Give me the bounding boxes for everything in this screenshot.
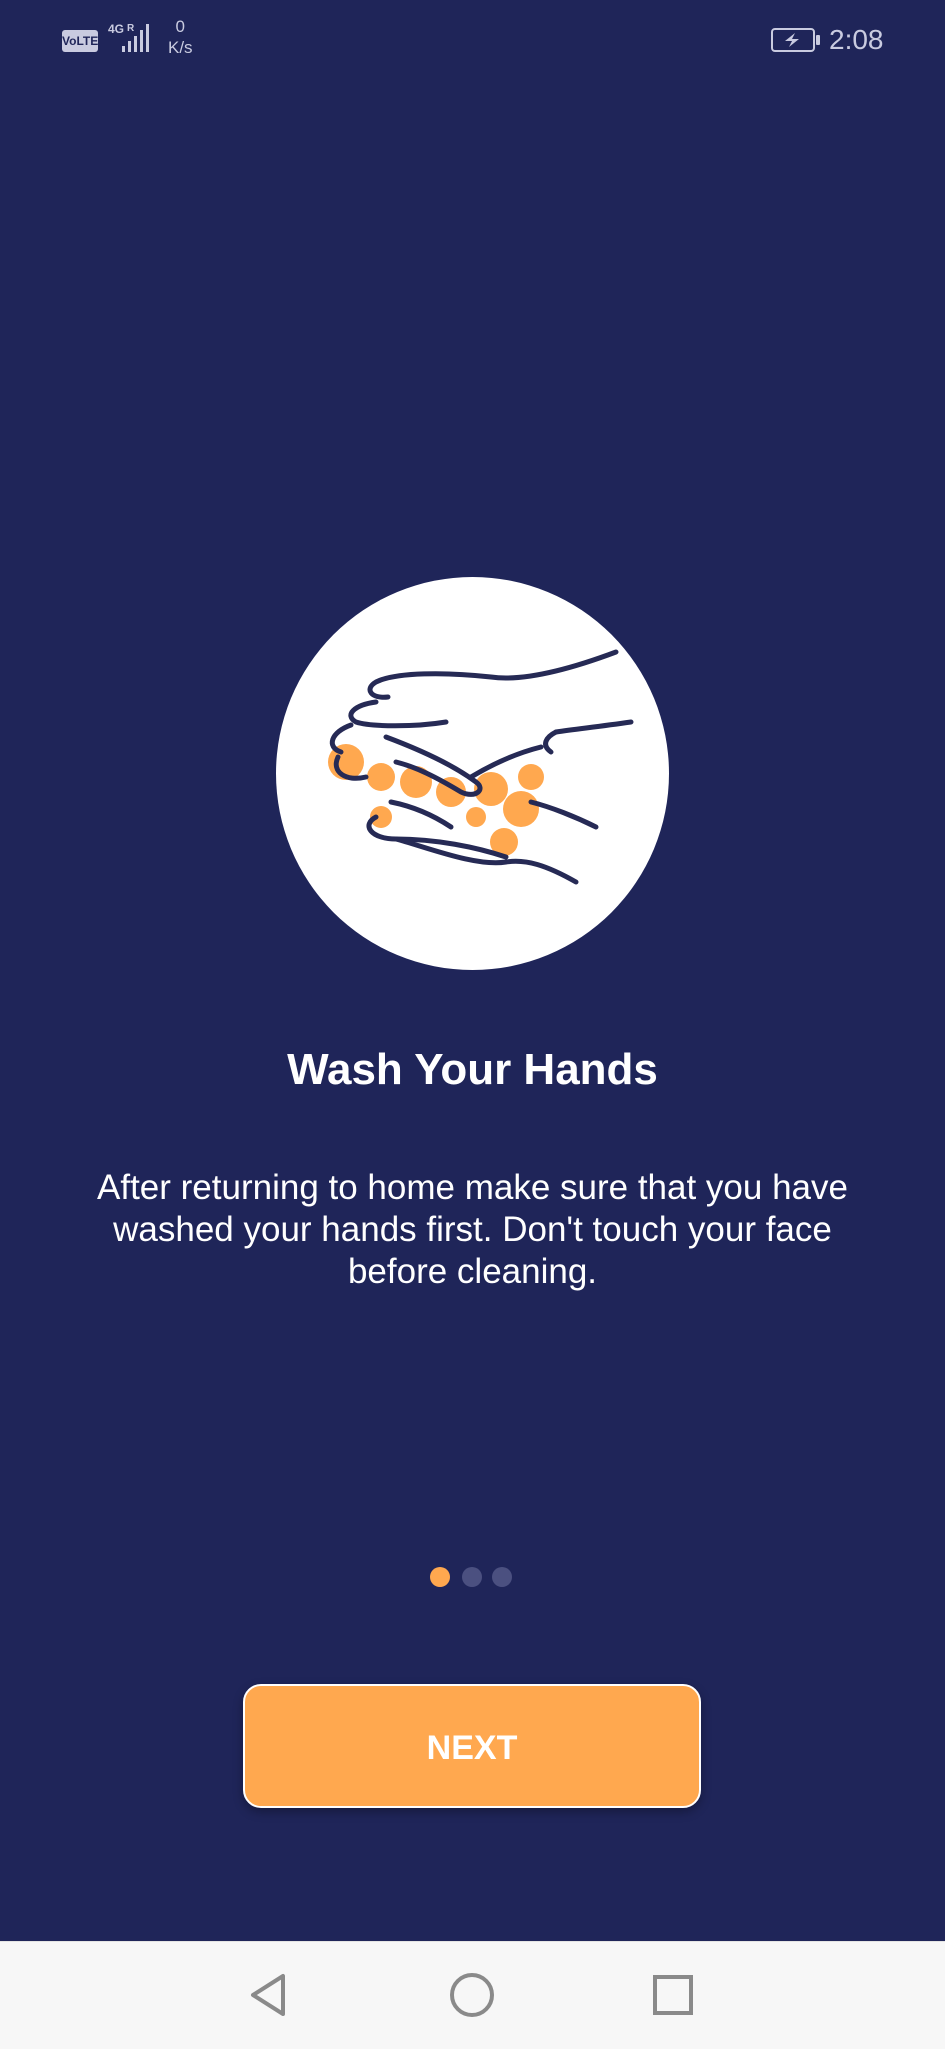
home-icon[interactable] — [445, 1968, 499, 2022]
page-indicator-dot-3 — [492, 1567, 512, 1587]
page-title: Wash Your Hands — [287, 1045, 658, 1094]
navigation-bar — [0, 1941, 945, 2049]
next-button[interactable]: NEXT — [243, 1684, 701, 1808]
recents-icon[interactable] — [646, 1968, 700, 2022]
network-speed: 0 K/s — [168, 16, 193, 58]
battery-charging-icon — [771, 28, 821, 52]
page-indicator — [430, 1565, 520, 1589]
back-icon[interactable] — [243, 1968, 297, 2022]
page-indicator-dot-1 — [430, 1567, 450, 1587]
status-bar: VoLTE 4G R 0 K/s 2:08 — [0, 0, 945, 80]
page-description: After returning to home make sure that y… — [97, 1168, 848, 1291]
speed-value: 0 — [175, 17, 186, 36]
roaming-label: R — [127, 23, 135, 34]
volte-icon: VoLTE — [62, 30, 98, 52]
page-indicator-dot-2 — [462, 1567, 482, 1587]
speed-unit: K/s — [168, 38, 193, 57]
signal-icon: 4G R — [108, 20, 158, 56]
clock: 2:08 — [829, 24, 884, 55]
network-type-label: 4G — [108, 22, 124, 36]
hand-washing-icon — [276, 577, 669, 970]
